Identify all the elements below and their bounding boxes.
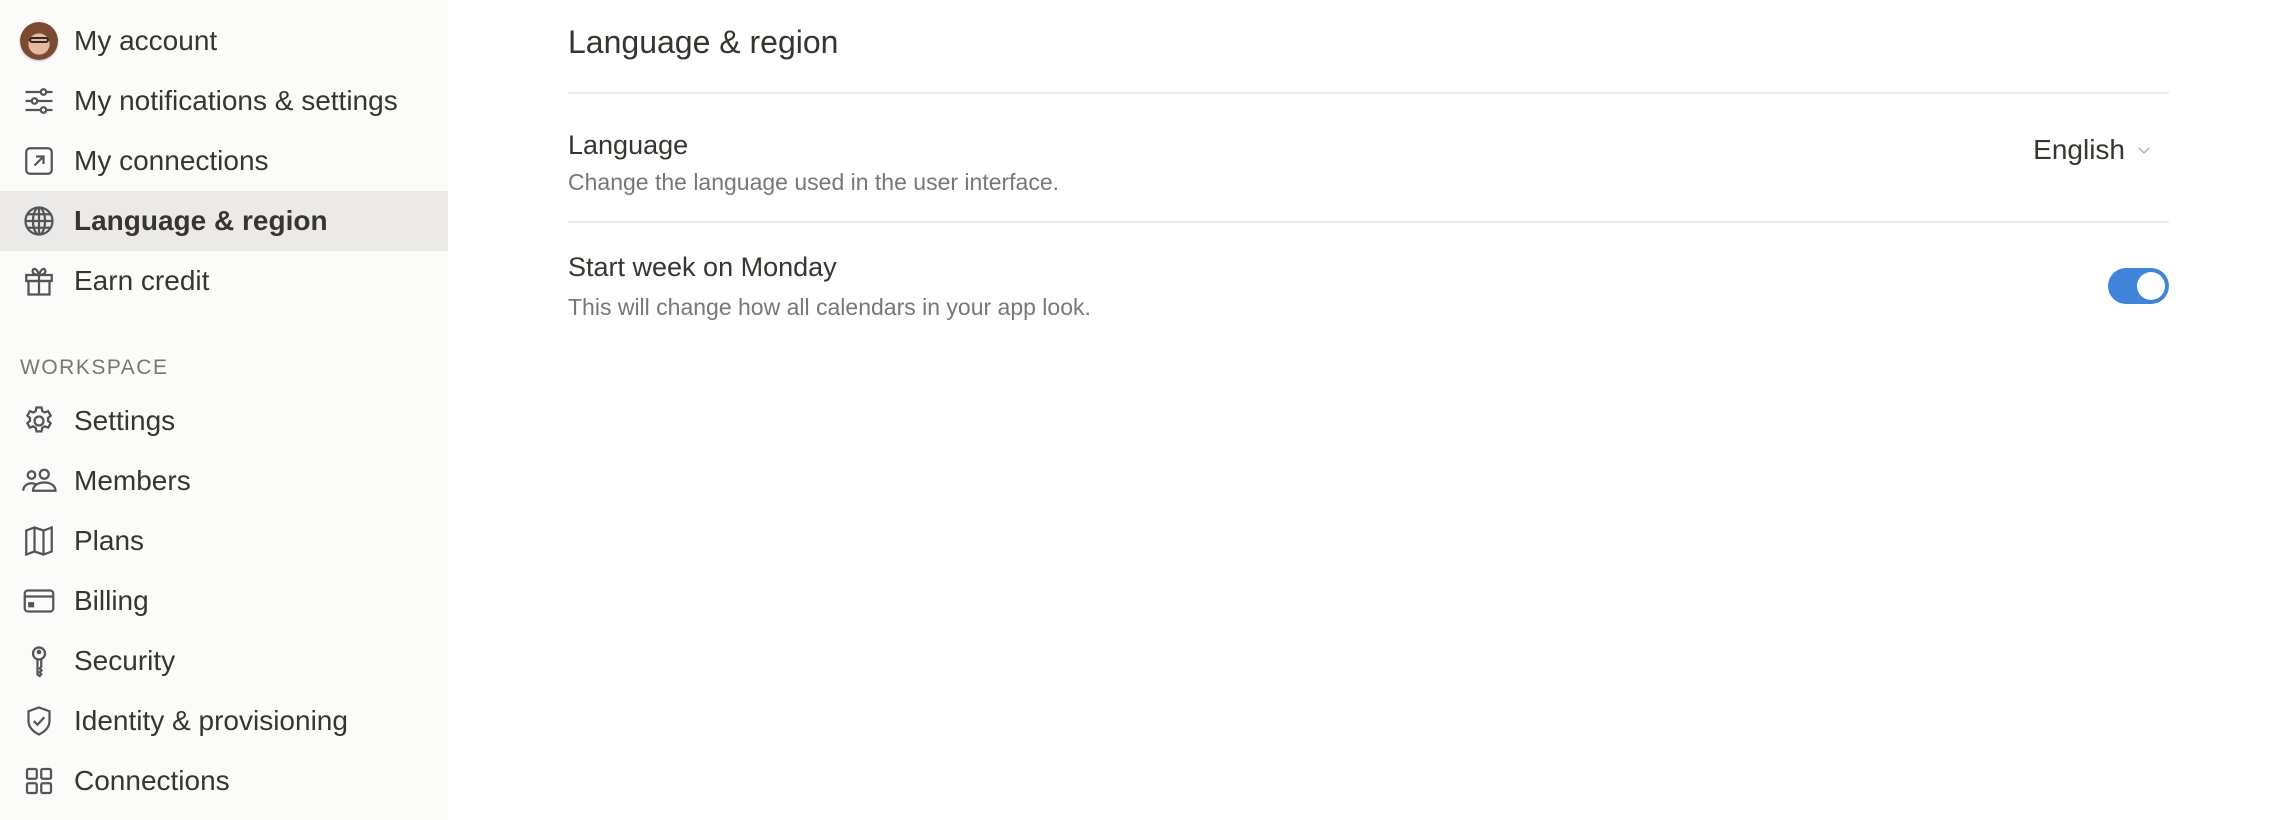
sidebar-item-label: Identity & provisioning (74, 705, 348, 736)
sidebar-item-security[interactable]: Security (0, 631, 448, 691)
sidebar-item-earn-credit[interactable]: Earn credit (0, 251, 448, 311)
sidebar-item-plans[interactable]: Plans (0, 511, 448, 571)
workspace-section-label: WORKSPACE (20, 356, 169, 379)
sidebar-item-label: Language & region (74, 205, 328, 236)
start-week-monday-toggle[interactable] (2108, 268, 2169, 304)
page-title: Language & region (568, 24, 839, 60)
sidebar-item-label: My notifications & settings (74, 85, 398, 116)
sidebar-item-label: Connections (74, 765, 230, 796)
map-icon (20, 522, 58, 560)
settings-content: Language & region Language Change the la… (448, 0, 2296, 820)
sidebar-item-label: Security (74, 645, 176, 676)
setting-divider (568, 221, 2169, 223)
sidebar-item-label: Earn credit (74, 265, 210, 296)
title-divider (568, 92, 2169, 94)
sidebar-item-label: My connections (74, 145, 269, 176)
setting-description: Change the language used in the user int… (568, 169, 1060, 195)
shield-check-icon (20, 702, 58, 740)
setting-title: Start week on Monday (568, 252, 837, 282)
setting-description: This will change how all calendars in yo… (568, 294, 1091, 320)
sidebar-item-members[interactable]: Members (0, 451, 448, 511)
chevron-down-icon (2138, 147, 2150, 155)
sidebar-item-label: Members (74, 465, 191, 496)
sidebar-item-identity-provisioning[interactable]: Identity & provisioning (0, 691, 448, 751)
gear-icon (20, 402, 58, 440)
sidebar-item-my-account[interactable]: My account (0, 11, 448, 71)
sidebar-item-settings[interactable]: Settings (0, 391, 448, 451)
sidebar-item-billing[interactable]: Billing (0, 571, 448, 631)
sidebar-item-my-connections[interactable]: My connections (0, 131, 448, 191)
avatar (20, 22, 58, 60)
sliders-icon (20, 82, 58, 120)
toggle-knob (2137, 272, 2165, 300)
key-icon (20, 642, 58, 680)
sidebar-item-language-region[interactable]: Language & region (0, 191, 448, 251)
grid-icon (20, 762, 58, 800)
gift-icon (20, 262, 58, 300)
sidebar-item-label: Plans (74, 525, 145, 556)
language-dropdown[interactable]: English (2033, 134, 2153, 166)
credit-card-icon (20, 582, 58, 620)
sidebar-item-label: Billing (74, 585, 149, 616)
language-value: English (2033, 134, 2125, 165)
setting-title: Language (568, 130, 689, 160)
settings-sidebar: My account My notifications & settings M… (0, 0, 448, 820)
sidebar-item-connections[interactable]: Connections (0, 751, 448, 811)
people-icon (20, 462, 58, 500)
arrow-up-right-square-icon (20, 142, 58, 180)
sidebar-item-label: Settings (74, 405, 176, 436)
sidebar-item-my-notifications[interactable]: My notifications & settings (0, 71, 448, 131)
globe-icon (20, 202, 58, 240)
sidebar-item-label: My account (74, 25, 218, 56)
